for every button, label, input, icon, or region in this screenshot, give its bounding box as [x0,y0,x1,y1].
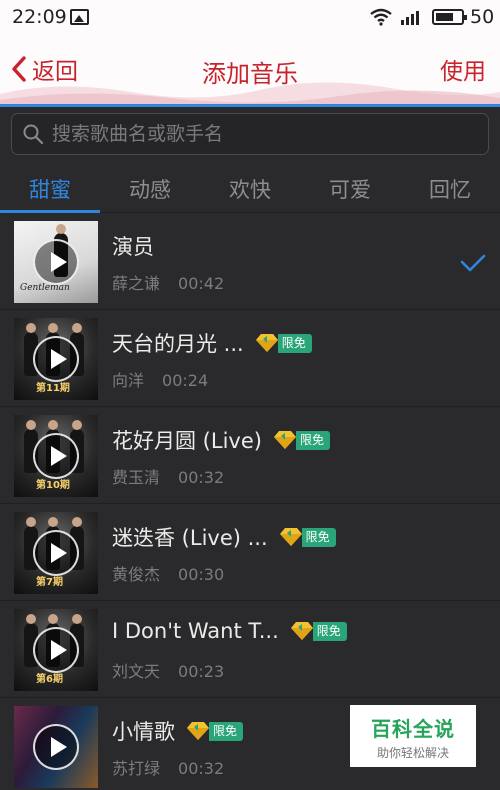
song-meta: 向洋 00:24 [112,367,208,391]
song-meta: 苏打绿 00:32 [112,755,224,779]
cover-signature: Gentleman [20,283,70,293]
play-button[interactable] [33,627,79,673]
song-duration: 00:32 [178,759,225,778]
diamond-icon [290,622,313,640]
album-cover: 第11期 [14,318,98,400]
song-row[interactable]: 第6期 I Don't Want T... 限免 刘文天 00:23 [0,601,500,698]
watermark-sub: 助你轻松解决 [376,746,449,760]
song-row[interactable]: 第11期 天台的月光 ... 限免 向洋 00:24 [0,310,500,407]
song-list: Gentleman 演员 薛之谦 00:42 第11期 天台的月光 ... 限免… [0,213,500,790]
diamond-icon [273,431,296,449]
tab-memories[interactable]: 回忆 [400,162,500,212]
watermark-logo: 百科全说 助你轻松解决 [350,705,476,767]
tab-cute[interactable]: 可爱 [300,162,400,212]
search-box[interactable] [11,113,489,155]
image-icon [70,9,89,25]
song-duration: 00:24 [162,371,209,390]
song-artist: 苏打绿 [112,759,161,778]
battery-icon [432,9,467,25]
free-label: 限免 [277,333,312,353]
watermark-main: 百科全说 [371,717,455,741]
play-button[interactable] [33,336,79,382]
song-row[interactable]: 第7期 迷迭香 (Live) ... 限免 黄俊杰 00:30 [0,504,500,601]
free-label: 限免 [301,527,336,547]
song-meta: 黄俊杰 00:30 [112,561,224,585]
status-bar: 22:09 50 [0,0,500,36]
free-label: 限免 [295,430,330,450]
song-title: 迷迭香 (Live) ... [112,526,268,550]
album-cover: Gentleman [14,221,98,303]
check-icon [460,254,486,272]
song-meta: 费玉清 00:32 [112,464,224,488]
album-cover: 第10期 [14,415,98,497]
song-duration: 00:23 [178,662,225,681]
album-cover: 第7期 [14,512,98,594]
song-artist: 向洋 [112,371,145,390]
song-row[interactable]: Gentleman 演员 薛之谦 00:42 [0,213,500,310]
song-duration: 00:32 [178,468,225,487]
song-artist: 黄俊杰 [112,565,161,584]
diamond-icon [279,528,302,546]
album-cover [14,706,98,788]
song-artist: 费玉清 [112,468,161,487]
diamond-icon [187,722,209,740]
wifi-icon [370,8,392,26]
song-title-line: 花好月圆 (Live) 限免 [112,425,330,455]
free-label: 限免 [312,621,347,641]
free-badge: 限免 [254,333,312,353]
song-meta: 刘文天 00:23 [112,658,224,682]
category-tabs: 甜蜜 动感 欢快 可爱 回忆 [0,162,500,213]
play-button[interactable] [33,433,79,479]
album-cover: 第6期 [14,609,98,691]
status-time: 22:09 [12,6,67,28]
song-title: 演员 [112,235,154,259]
song-title: I Don't Want T... [112,619,279,643]
app-header: 22:09 50 返回 添加音乐 使用 [0,0,500,106]
song-duration: 00:42 [178,274,225,293]
play-button[interactable] [33,239,79,285]
tab-sweet[interactable]: 甜蜜 [0,162,100,213]
song-title: 小情歌 [112,720,175,744]
free-badge: 限免 [278,527,336,547]
song-row[interactable]: 第10期 花好月圆 (Live) 限免 费玉清 00:32 [0,407,500,504]
battery-level: 50 [470,6,495,28]
song-title: 天台的月光 ... [112,332,244,356]
search-icon [23,124,44,145]
song-artist: 刘文天 [112,662,161,681]
tab-cheerful[interactable]: 欢快 [200,162,300,212]
free-badge: 限免 [272,430,330,450]
play-button[interactable] [33,530,79,576]
song-title-line: 演员 [112,231,154,261]
play-button[interactable] [33,724,79,770]
header-wave-decoration [0,82,500,106]
song-title: 花好月圆 (Live) [112,429,262,453]
free-label: 限免 [209,721,244,741]
signal-icon [401,11,419,25]
diamond-icon [255,334,278,352]
song-artist: 薛之谦 [112,274,161,293]
free-badge: 限免 [289,621,347,641]
search-input[interactable] [52,114,488,154]
free-badge: 限免 [185,721,244,741]
search-bar [0,107,500,162]
title-bar: 返回 添加音乐 使用 [0,36,500,106]
song-title-line: 天台的月光 ... 限免 [112,328,312,358]
song-duration: 00:30 [178,565,225,584]
song-title-line: 迷迭香 (Live) ... 限免 [112,522,336,552]
song-meta: 薛之谦 00:42 [112,270,224,294]
song-title-line: 小情歌 限免 [112,716,244,746]
song-title-line: I Don't Want T... 限免 [112,619,347,643]
tab-dynamic[interactable]: 动感 [100,162,200,212]
